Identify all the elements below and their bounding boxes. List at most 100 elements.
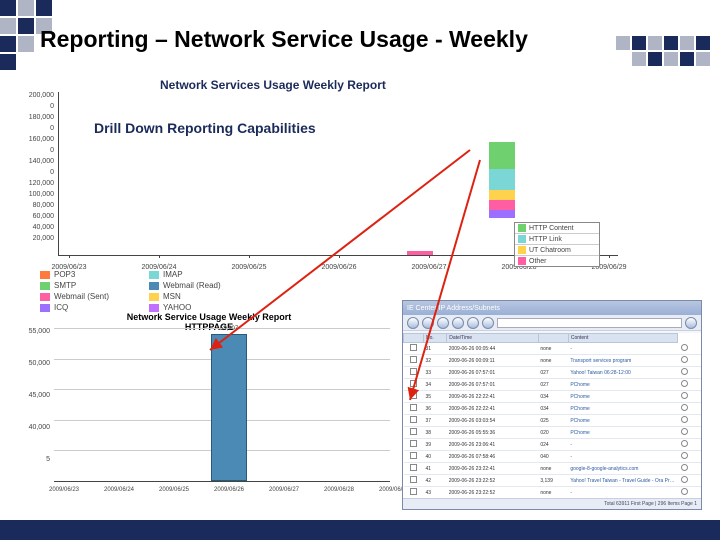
table-row[interactable]: 362009-06-26 22:22:41034PChome — [404, 403, 702, 415]
chart-httppage: Network Service Usage Weekly Report HTTP… — [24, 312, 394, 502]
go-button[interactable] — [685, 317, 697, 329]
table-row[interactable]: 422009-06-26 23:22:523,139Yahoo! Travel … — [404, 475, 702, 487]
zoom-icon[interactable] — [681, 404, 688, 411]
refresh-button[interactable] — [452, 317, 464, 329]
legend-row: UT Chatroom — [515, 245, 599, 256]
forward-button[interactable] — [422, 317, 434, 329]
table-row[interactable]: 412009-06-26 23:22:41nonegoogle-8-google… — [404, 463, 702, 475]
browser-status-bar: Total 63911 First Page | 296 Items Page … — [403, 498, 701, 509]
legend-row: YAHOO — [149, 303, 221, 312]
print-button[interactable] — [482, 317, 494, 329]
chart2-plot-area: 53,907 2009/06/232009/06/242009/06/25200… — [54, 328, 390, 482]
y-tick-label: 40,000 — [24, 224, 54, 231]
row-checkbox[interactable] — [410, 440, 417, 447]
row-checkbox[interactable] — [410, 464, 417, 471]
y-tick-label: 0 — [24, 125, 54, 132]
zoom-icon[interactable] — [681, 452, 688, 459]
table-row[interactable]: 322009-06-26 00:09:11noneTransport servi… — [404, 355, 702, 367]
legend-row: HTTP Content — [515, 223, 599, 234]
row-checkbox[interactable] — [410, 428, 417, 435]
bar: 53,907 — [211, 334, 247, 481]
y-tick-label: 50,000 — [24, 360, 50, 367]
chart1-bottom-legend: POP3SMTPWebmail (Sent)ICQ IMAPWebmail (R… — [40, 270, 221, 312]
y-tick-label: 20,000 — [24, 235, 54, 242]
legend-row: Webmail (Read) — [149, 281, 221, 290]
bar-small — [407, 251, 433, 255]
table-row[interactable]: 432009-06-26 23:22:52none- — [404, 487, 702, 499]
browser-titlebar: IE Center IP Address/Subnets — [403, 301, 701, 315]
row-checkbox[interactable] — [410, 416, 417, 423]
zoom-icon[interactable] — [681, 392, 688, 399]
row-checkbox[interactable] — [410, 344, 417, 351]
table-row[interactable]: 332009-06-26 07:57:01027Yahoo! Taiwan 06… — [404, 367, 702, 379]
legend-row: Other — [515, 256, 599, 266]
table-header[interactable]: Date/Time — [447, 334, 539, 343]
row-checkbox[interactable] — [410, 452, 417, 459]
table-row[interactable]: 342009-06-26 07:57:01027PChome — [404, 379, 702, 391]
x-tick-label: 2009/06/25 — [231, 264, 266, 271]
y-tick-label: 5 — [24, 456, 50, 463]
browser-toolbar — [403, 315, 701, 331]
row-checkbox[interactable] — [410, 404, 417, 411]
x-tick-label: 2009/06/26 — [214, 487, 244, 493]
table-row[interactable]: 352009-06-26 22:22:41034PChome — [404, 391, 702, 403]
y-tick-label: 40,000 — [24, 424, 50, 431]
chart2-title: Network Service Usage Weekly Report — [24, 312, 394, 322]
table-row[interactable]: 402009-06-26 07:58:46040- — [404, 451, 702, 463]
chart-weekly-services: 200,0000180,0000160,0000140,0000120,0001… — [24, 92, 624, 282]
table-header[interactable]: Content — [568, 334, 677, 343]
row-checkbox[interactable] — [410, 380, 417, 387]
chart1-right-legend: HTTP ContentHTTP LinkUT ChatroomOther — [514, 222, 600, 267]
y-tick-label: 0 — [24, 147, 54, 154]
x-tick-label: 2009/06/25 — [159, 487, 189, 493]
zoom-icon[interactable] — [681, 380, 688, 387]
home-button[interactable] — [467, 317, 479, 329]
x-tick-label: 2009/06/24 — [104, 487, 134, 493]
stacked-bar — [489, 142, 515, 210]
y-tick-label: 55,000 — [24, 328, 50, 335]
zoom-icon[interactable] — [681, 356, 688, 363]
stop-button[interactable] — [437, 317, 449, 329]
y-tick-label: 60,000 — [24, 213, 54, 220]
y-tick-label: 140,000 — [24, 158, 54, 165]
legend-row: SMTP — [40, 281, 109, 290]
row-checkbox[interactable] — [410, 476, 417, 483]
table-row[interactable]: 392009-06-26 23:06:41024- — [404, 439, 702, 451]
table-row[interactable]: 312009-06-26 00:05:44none- — [404, 343, 702, 355]
legend-row: HTTP Link — [515, 234, 599, 245]
chart1-title: Network Services Usage Weekly Report — [160, 78, 386, 92]
zoom-icon[interactable] — [681, 368, 688, 375]
row-checkbox[interactable] — [410, 488, 417, 495]
table-header[interactable] — [404, 334, 424, 343]
row-checkbox[interactable] — [410, 368, 417, 375]
zoom-icon[interactable] — [681, 344, 688, 351]
y-tick-label: 160,000 — [24, 136, 54, 143]
zoom-icon[interactable] — [681, 476, 688, 483]
row-checkbox[interactable] — [410, 356, 417, 363]
row-checkbox[interactable] — [410, 392, 417, 399]
table-header[interactable]: No. — [423, 334, 446, 343]
y-tick-label: 0 — [24, 103, 54, 110]
slide-footer — [0, 520, 720, 540]
table-row[interactable]: 382009-06-26 05:55:36020PChome — [404, 427, 702, 439]
results-table: No.Date/Time Content 312009-06-26 00:05:4… — [403, 333, 701, 498]
zoom-icon[interactable] — [681, 488, 688, 495]
y-tick-label: 80,000 — [24, 202, 54, 209]
zoom-icon[interactable] — [681, 416, 688, 423]
x-tick-label: 2009/06/23 — [49, 487, 79, 493]
slide-title: Reporting – Network Service Usage - Week… — [40, 26, 528, 53]
table-row[interactable]: 372009-06-26 03:03:54025PChome — [404, 415, 702, 427]
y-tick-label: 120,000 — [24, 180, 54, 187]
zoom-icon[interactable] — [681, 464, 688, 471]
y-tick-label: 45,000 — [24, 392, 50, 399]
x-tick-label: 2009/06/28 — [324, 487, 354, 493]
table-header[interactable] — [538, 334, 568, 343]
x-tick-label: 2009/06/26 — [321, 264, 356, 271]
zoom-icon[interactable] — [681, 428, 688, 435]
zoom-icon[interactable] — [681, 440, 688, 447]
address-bar[interactable] — [497, 318, 682, 328]
back-button[interactable] — [407, 317, 419, 329]
drilldown-browser-window: IE Center IP Address/Subnets No.Date/Tim… — [402, 300, 702, 510]
x-tick-label: 2009/06/27 — [411, 264, 446, 271]
legend-row: ICQ — [40, 303, 109, 312]
